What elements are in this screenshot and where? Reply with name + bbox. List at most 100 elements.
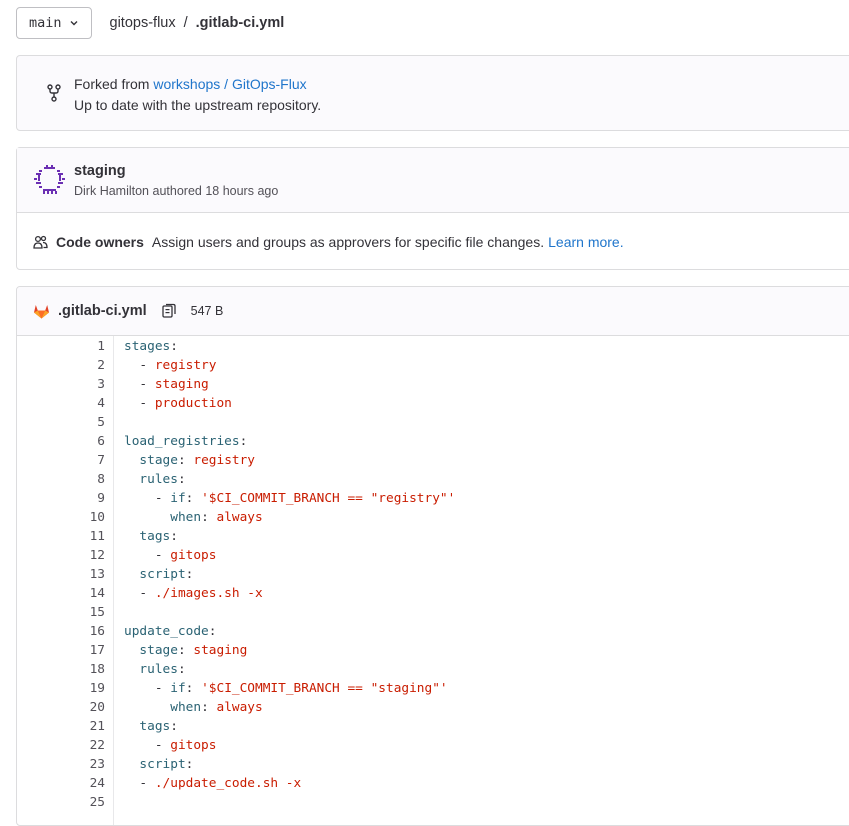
code-token: rules xyxy=(139,472,178,487)
line-number[interactable]: 18 xyxy=(17,660,105,679)
code-owners-description: Assign users and groups as approvers for… xyxy=(151,233,545,250)
code-source: stage: registry xyxy=(105,451,255,470)
line-number[interactable]: 21 xyxy=(17,717,105,736)
code-line: 13 script: xyxy=(17,565,849,584)
breadcrumb-project[interactable]: gitops-flux xyxy=(110,15,176,31)
code-source: load_registries: xyxy=(105,432,247,451)
line-number[interactable]: 1 xyxy=(17,337,105,356)
code-view: 1 stages: 2 - registry 3 - staging 4 - produ… xyxy=(17,336,849,825)
code-token: - xyxy=(124,548,171,563)
fork-status: Up to date with the upstream repository. xyxy=(74,97,322,113)
code-token: ./images.sh -x xyxy=(154,586,263,601)
line-number[interactable]: 22 xyxy=(17,736,105,755)
line-number[interactable]: 12 xyxy=(17,546,105,565)
code-source: - if: '$CI_COMMIT_BRANCH == "staging"' xyxy=(105,679,448,698)
line-number[interactable]: 14 xyxy=(17,584,105,603)
commit-author[interactable]: Dirk Hamilton xyxy=(74,184,149,198)
code-token: : xyxy=(177,472,186,487)
breadcrumb-separator: / xyxy=(183,15,188,31)
code-token: : xyxy=(185,567,194,582)
code-token: always xyxy=(216,700,263,715)
line-number[interactable]: 19 xyxy=(17,679,105,698)
copy-path-icon[interactable] xyxy=(161,303,177,319)
line-number[interactable]: 6 xyxy=(17,432,105,451)
code-source: when: always xyxy=(105,508,262,527)
branch-name: main xyxy=(29,15,62,31)
line-number[interactable]: 5 xyxy=(17,413,105,432)
code-token: : xyxy=(185,681,202,696)
learn-more-link[interactable]: Learn more. xyxy=(548,234,623,250)
code-source: tags: xyxy=(105,717,178,736)
line-number[interactable]: 23 xyxy=(17,755,105,774)
code-token: gitops xyxy=(170,738,217,753)
code-token: registry xyxy=(154,358,217,373)
line-number[interactable]: 20 xyxy=(17,698,105,717)
gitlab-logo-icon xyxy=(34,305,49,319)
code-line: 17 stage: staging xyxy=(17,641,849,660)
breadcrumb-file[interactable]: .gitlab-ci.yml xyxy=(196,15,285,31)
code-token: staging xyxy=(154,377,209,392)
branch-selector-button[interactable]: main xyxy=(16,7,92,39)
code-token: when xyxy=(170,510,202,525)
fork-text: Forked from workshops / GitOps-Flux Up t… xyxy=(74,74,321,116)
users-icon xyxy=(33,235,48,249)
line-number[interactable]: 2 xyxy=(17,356,105,375)
code-token: registry xyxy=(193,453,256,468)
code-line: 1 stages: xyxy=(17,337,849,356)
code-token: staging xyxy=(193,643,248,658)
line-number[interactable]: 13 xyxy=(17,565,105,584)
breadcrumb: gitops-flux / .gitlab-ci.yml xyxy=(110,15,285,31)
code-token: - xyxy=(124,491,171,506)
code-source: rules: xyxy=(105,470,186,489)
line-number[interactable]: 10 xyxy=(17,508,105,527)
code-token: if xyxy=(170,681,186,696)
code-owners-row: Code owners Assign users and groups as a… xyxy=(17,213,849,270)
file-name: .gitlab-ci.yml xyxy=(58,303,147,319)
commit-title[interactable]: staging xyxy=(74,163,126,179)
code-token: tags xyxy=(139,529,171,544)
code-token: - xyxy=(124,377,155,392)
code-line: 25 xyxy=(17,793,849,812)
code-token: ./update_code.sh -x xyxy=(154,776,302,791)
last-commit-panel: staging Dirk Hamilton authored 18 hours … xyxy=(16,147,849,270)
code-line: 8 rules: xyxy=(17,470,849,489)
code-token: : xyxy=(177,643,194,658)
code-source: stages: xyxy=(105,337,178,356)
line-number[interactable]: 3 xyxy=(17,375,105,394)
code-token: stage xyxy=(139,643,178,658)
line-number[interactable]: 11 xyxy=(17,527,105,546)
line-number[interactable]: 9 xyxy=(17,489,105,508)
code-source: - gitops xyxy=(105,736,217,755)
code-line: 5 xyxy=(17,413,849,432)
code-line: 3 - staging xyxy=(17,375,849,394)
line-number[interactable]: 16 xyxy=(17,622,105,641)
code-token: - xyxy=(124,776,155,791)
code-line: 19 - if: '$CI_COMMIT_BRANCH == "staging"… xyxy=(17,679,849,698)
code-source: tags: xyxy=(105,527,178,546)
gutter-divider xyxy=(113,336,114,825)
code-token: if xyxy=(170,491,186,506)
line-number[interactable]: 25 xyxy=(17,793,105,812)
code-token: load_registries xyxy=(124,434,240,449)
code-token: - xyxy=(124,358,155,373)
code-line: 6 load_registries: xyxy=(17,432,849,451)
code-token: when xyxy=(170,700,202,715)
line-number[interactable]: 24 xyxy=(17,774,105,793)
line-number[interactable]: 4 xyxy=(17,394,105,413)
code-token: - xyxy=(124,396,155,411)
line-number[interactable]: 8 xyxy=(17,470,105,489)
line-number[interactable]: 15 xyxy=(17,603,105,622)
code-source: - ./images.sh -x xyxy=(105,584,263,603)
line-number[interactable]: 7 xyxy=(17,451,105,470)
line-number[interactable]: 17 xyxy=(17,641,105,660)
code-token: - xyxy=(124,681,171,696)
code-source: stage: staging xyxy=(105,641,247,660)
avatar[interactable] xyxy=(33,163,66,196)
upstream-repo-link[interactable]: workshops / GitOps-Flux xyxy=(153,76,306,92)
